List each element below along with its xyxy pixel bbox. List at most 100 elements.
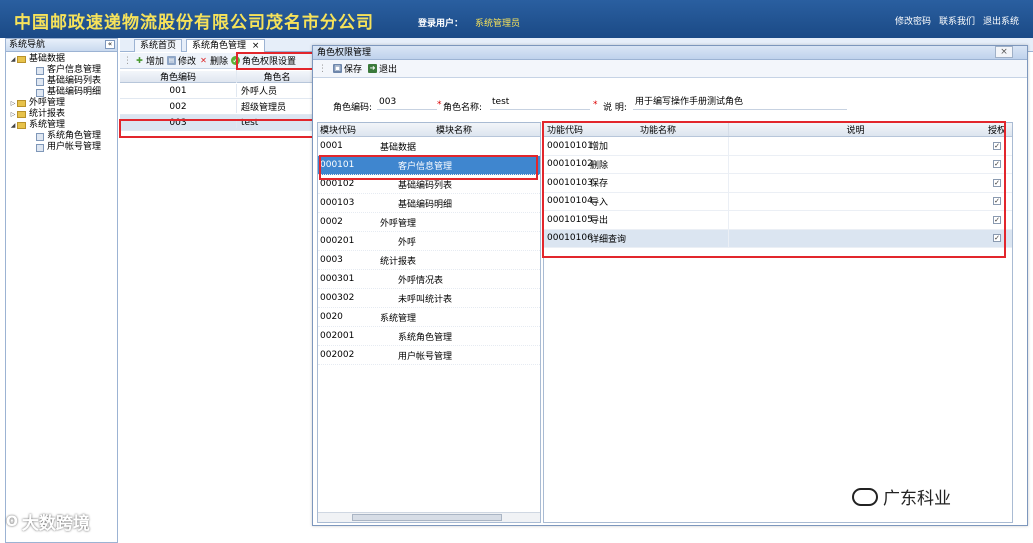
- permission-dialog: 角色权限管理 × ⋮ ▣ 保存 ➜ 退出 角色编码: 003 * 角色名称: tes…: [312, 45, 1028, 526]
- wechat-icon: [852, 487, 878, 506]
- module-row[interactable]: 000301 外呼情况表: [318, 270, 540, 289]
- collapsed-icon[interactable]: ▷: [9, 98, 17, 109]
- toolbar-grip: ⋮: [318, 63, 327, 74]
- sidebar-item-label: 基础编码明细: [47, 87, 102, 97]
- role-code-field[interactable]: 003: [377, 96, 437, 110]
- sidebar-item-label: 基础数据: [29, 54, 66, 64]
- sidebar-item[interactable]: 客户信息管理: [6, 65, 117, 76]
- module-code: 000102: [320, 179, 355, 189]
- module-row[interactable]: 000302 未呼叫统计表: [318, 289, 540, 308]
- sidebar-header: 系统导航 «: [6, 39, 117, 52]
- tab-role-management[interactable]: 系统角色管理 ×: [186, 39, 266, 52]
- desc-field[interactable]: 用于编写操作手册测试角色: [633, 96, 847, 110]
- role-name-field[interactable]: test: [490, 96, 590, 110]
- save-button[interactable]: ▣ 保存: [333, 62, 362, 75]
- login-user: 系统管理员: [475, 19, 521, 29]
- dialog-title: 角色权限管理: [317, 48, 372, 58]
- role-form: 角色编码: 003 * 角色名称: test * 说 明: 用于编写操作手册测试…: [313, 92, 1029, 120]
- table-row[interactable]: 001 外呼人员: [120, 83, 313, 99]
- module-code: 000301: [320, 274, 355, 284]
- folder-icon: [17, 111, 26, 118]
- highlight-selected-role: [119, 119, 314, 138]
- module-row[interactable]: 0003 统计报表: [318, 251, 540, 270]
- module-name: 外呼管理: [380, 218, 417, 229]
- delete-button[interactable]: ✕ 删除: [199, 54, 228, 67]
- collapse-icon[interactable]: «: [105, 40, 115, 49]
- col-role-name[interactable]: 角色名: [236, 70, 313, 83]
- page-icon: [36, 88, 44, 97]
- module-header: 模块代码 模块名称: [318, 123, 540, 137]
- table-row[interactable]: 002 超级管理员: [120, 99, 313, 115]
- sidebar-item-label: 统计报表: [29, 109, 66, 119]
- nav-tree: ◢ 基础数据 客户信息管理 基础编码列表 基础编码明细 ▷ 外呼管理 ▷ 统计报表 ◢ 系统管理 系统…: [6, 52, 117, 153]
- module-name: 系统角色管理: [398, 332, 453, 343]
- watermark-right-text: 广东科业: [883, 489, 951, 509]
- role-grid-header: 角色编码 角色名: [120, 70, 313, 83]
- col-module-code[interactable]: 模块代码: [318, 123, 368, 136]
- page-icon: [36, 77, 44, 86]
- module-name: 用户帐号管理: [398, 351, 453, 362]
- watermark-left: ʘ 大数跨境: [6, 509, 90, 535]
- tab-close-icon[interactable]: ×: [252, 41, 260, 51]
- sidebar-item[interactable]: ◢ 基础数据: [6, 54, 117, 65]
- sidebar-item[interactable]: 用户帐号管理: [6, 142, 117, 153]
- sidebar-item[interactable]: 基础编码明细: [6, 87, 117, 98]
- page-icon: [36, 132, 44, 141]
- edit-button[interactable]: ▤ 修改: [167, 54, 196, 67]
- role-name: 外呼人员: [236, 84, 313, 97]
- module-code: 002001: [320, 331, 355, 341]
- close-icon[interactable]: ×: [995, 46, 1013, 58]
- folder-icon: [17, 56, 26, 63]
- module-row[interactable]: 0002 外呼管理: [318, 213, 540, 232]
- module-row[interactable]: 002001 系统角色管理: [318, 327, 540, 346]
- logout-link[interactable]: 退出系统: [983, 14, 1019, 27]
- module-name: 外呼: [398, 237, 417, 248]
- change-password-link[interactable]: 修改密码: [895, 14, 931, 27]
- login-info: 登录用户： 系统管理员: [418, 16, 520, 29]
- add-button[interactable]: ✚ 增加: [135, 54, 164, 67]
- role-code: 002: [169, 101, 187, 112]
- header-links: 修改密码 联系我们 退出系统: [895, 14, 1019, 27]
- col-module-name[interactable]: 模块名称: [368, 123, 540, 136]
- sidebar-item[interactable]: 基础编码列表: [6, 76, 117, 87]
- app-header: 中国邮政速递物流股份有限公司茂名市分公司 登录用户： 系统管理员 修改密码 联系我…: [0, 0, 1033, 38]
- module-name: 系统管理: [380, 313, 417, 324]
- module-code: 0002: [320, 217, 343, 227]
- tab-home[interactable]: 系统首页: [134, 39, 183, 52]
- module-row[interactable]: 000201 外呼: [318, 232, 540, 251]
- module-row[interactable]: 000103 基础编码明细: [318, 194, 540, 213]
- role-name: 超级管理员: [236, 100, 313, 113]
- dialog-titlebar: 角色权限管理 ×: [313, 46, 1027, 60]
- exit-button[interactable]: ➜ 退出: [368, 62, 397, 75]
- horizontal-scrollbar[interactable]: [318, 512, 540, 522]
- sidebar-item-label: 系统管理: [29, 120, 66, 130]
- sidebar-item[interactable]: ▷ 外呼管理: [6, 98, 117, 109]
- sidebar-item-label: 系统角色管理: [47, 131, 102, 141]
- module-code: 0003: [320, 255, 343, 265]
- module-code: 000103: [320, 198, 355, 208]
- sidebar-item[interactable]: 系统角色管理: [6, 131, 117, 142]
- col-role-code[interactable]: 角色编码: [120, 70, 236, 83]
- expanded-icon[interactable]: ◢: [9, 54, 17, 65]
- save-icon: ▣: [333, 64, 342, 73]
- sidebar-item-label: 外呼管理: [29, 98, 66, 108]
- collapsed-icon[interactable]: ▷: [9, 109, 17, 120]
- module-row[interactable]: 0001 基础数据: [318, 137, 540, 156]
- edit-icon: ▤: [167, 56, 177, 65]
- role-name-label: 角色名称:: [443, 103, 483, 113]
- module-row[interactable]: 002002 用户帐号管理: [318, 346, 540, 365]
- sidebar-item[interactable]: ▷ 统计报表: [6, 109, 117, 120]
- tab-home-label: 系统首页: [140, 41, 177, 51]
- dialog-toolbar: ⋮ ▣ 保存 ➜ 退出: [313, 60, 1027, 78]
- module-row[interactable]: 0020 系统管理: [318, 308, 540, 327]
- required-star: *: [437, 100, 442, 110]
- contact-us-link[interactable]: 联系我们: [939, 14, 975, 27]
- module-code: 002002: [320, 350, 355, 360]
- sidebar-item[interactable]: ◢ 系统管理: [6, 120, 117, 131]
- highlight-selected-module: [319, 155, 538, 180]
- sidebar-title: 系统导航: [9, 40, 46, 50]
- module-code: 000201: [320, 236, 355, 246]
- module-name: 外呼情况表: [398, 275, 444, 286]
- scrollbar-thumb[interactable]: [352, 514, 502, 521]
- expanded-icon[interactable]: ◢: [9, 120, 17, 131]
